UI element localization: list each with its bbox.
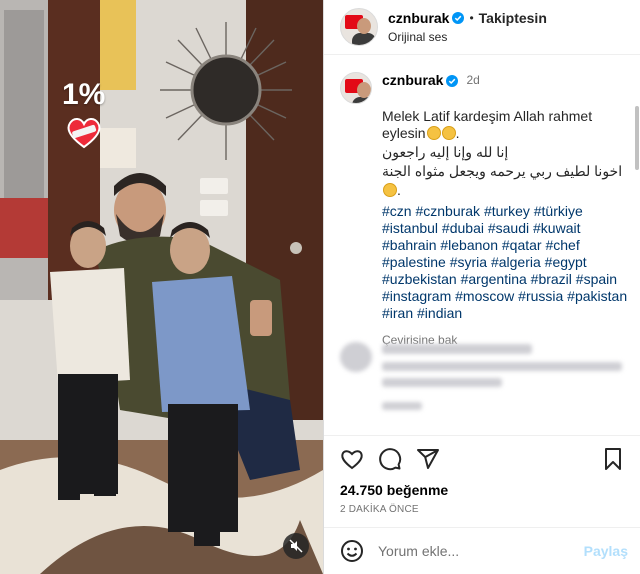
separator-dot: • <box>469 11 474 25</box>
caption-avatar[interactable] <box>340 72 372 104</box>
share-icon[interactable] <box>416 447 440 471</box>
smiley-icon[interactable] <box>340 539 364 563</box>
verified-badge-icon <box>446 74 459 87</box>
praying-hands-emoji-icon <box>441 126 456 140</box>
sad-face-emoji-icon <box>426 126 441 140</box>
post-timestamp[interactable]: 2 DAKİKA ÖNCE <box>340 504 624 515</box>
praying-hands-emoji-icon <box>383 183 397 197</box>
caption: cznburak 2d Melek Latif kardeşim Allah r… <box>324 56 640 349</box>
post-sidebar: cznburak • Takiptesin Orijinal ses cznbu… <box>323 0 640 574</box>
post-photo <box>0 0 323 574</box>
post-actions: 24.750 beğenme 2 DAKİKA ÖNCE <box>324 435 640 515</box>
heart-bandage-icon <box>67 118 101 149</box>
comments-panel[interactable]: cznburak 2d Melek Latif kardeşim Allah r… <box>324 56 640 435</box>
caption-hashtags[interactable]: #czn #cznburak #turkey #türkiye #istanbu… <box>382 203 628 322</box>
heart-outline-icon[interactable] <box>340 447 364 471</box>
audio-link[interactable]: Orijinal ses <box>388 30 547 44</box>
comment-input[interactable] <box>378 543 584 559</box>
avatar[interactable] <box>340 8 378 46</box>
post-header: cznburak • Takiptesin Orijinal ses <box>324 0 640 55</box>
caption-username[interactable]: cznburak <box>382 72 443 89</box>
header-username[interactable]: cznburak <box>388 10 449 26</box>
add-comment-bar: Paylaş <box>324 527 640 574</box>
follow-status-button[interactable]: Takiptesin <box>479 10 547 26</box>
comment-icon[interactable] <box>378 447 402 471</box>
comments-scrollbar[interactable] <box>635 60 639 428</box>
speaker-muted-icon <box>289 539 303 553</box>
mute-toggle-button[interactable] <box>283 533 309 559</box>
caption-arabic-2: اخونا لطيف ربي يرحمه ويجعل مثواه الجنة <box>382 163 623 179</box>
post-comment-button[interactable]: Paylaş <box>584 543 628 559</box>
caption-text: Melek Latif kardeşim Allah rahmet eylesi… <box>382 108 593 141</box>
blurred-comment <box>340 342 630 422</box>
bookmark-icon[interactable] <box>602 447 624 471</box>
verified-badge-icon <box>452 12 465 24</box>
caption-arabic-1: إنا لله وإنا إليه راجعون <box>382 144 509 160</box>
caption-time[interactable]: 2d <box>466 72 479 89</box>
post-media[interactable]: 1% <box>0 0 323 574</box>
sticker-percent-text: 1% <box>62 78 106 111</box>
likes-count[interactable]: 24.750 beğenme <box>340 482 624 498</box>
